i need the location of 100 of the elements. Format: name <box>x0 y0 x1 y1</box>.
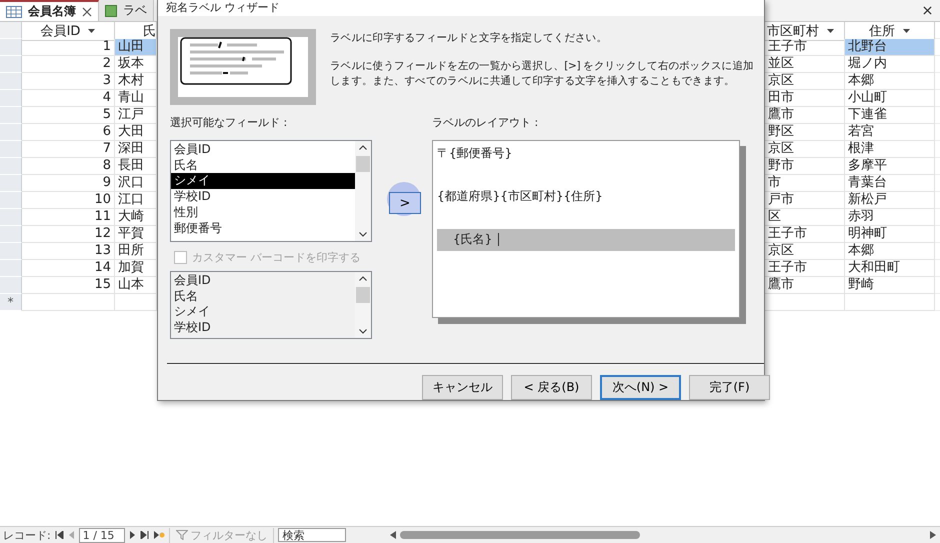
scroll-up-icon[interactable] <box>359 276 367 281</box>
barcode-field-list[interactable]: 会員ID 氏名 シメイ 学校ID <box>170 271 372 339</box>
row-selector[interactable] <box>0 73 22 90</box>
table-cell: 7 <box>22 141 115 158</box>
document-tab[interactable]: 会員名簿 <box>0 0 99 21</box>
new-record-marker: * <box>0 294 22 311</box>
scroll-up-icon[interactable] <box>359 145 367 150</box>
dialog-button[interactable]: 次へ(N) > <box>600 375 681 400</box>
field-list[interactable]: 会員ID 氏名 シメイ 学校ID 性別 郵便番号 <box>170 140 372 242</box>
table-cell: 14 <box>22 260 115 277</box>
table-cell: 3 <box>22 73 115 90</box>
field-item[interactable]: 会員ID <box>171 273 355 289</box>
table-cell: 12 <box>22 226 115 243</box>
row-selector[interactable] <box>0 243 22 260</box>
vertical-scrollbar[interactable] <box>355 141 371 241</box>
filter-icon <box>176 530 188 540</box>
scroll-down-icon[interactable] <box>359 329 367 334</box>
field-item[interactable]: 郵便番号 <box>171 220 355 236</box>
table-cell: 北野台 <box>845 39 935 56</box>
table-cell: 6 <box>22 124 115 141</box>
dropdown-icon[interactable] <box>88 29 96 33</box>
row-selector[interactable] <box>0 56 22 73</box>
add-field-button[interactable]: > <box>389 192 421 214</box>
table-cell: 9 <box>22 175 115 192</box>
last-record-icon[interactable] <box>140 531 150 539</box>
dialog-button[interactable]: < 戻る(B) <box>511 375 592 400</box>
scroll-right-icon[interactable] <box>930 531 936 539</box>
table-cell: 野崎 <box>845 277 935 294</box>
table-cell: 本郷 <box>845 73 935 90</box>
table-cell: 2 <box>22 56 115 73</box>
field-item[interactable]: 学校ID <box>171 189 355 205</box>
dialog-button[interactable]: 完了(F) <box>689 375 770 400</box>
field-item[interactable]: シメイ <box>171 304 355 320</box>
close-icon[interactable] <box>923 6 932 15</box>
row-selector[interactable] <box>0 90 22 107</box>
row-selector[interactable] <box>0 158 22 175</box>
column-header[interactable]: 市区町村 <box>765 22 845 41</box>
scroll-thumb[interactable] <box>400 531 640 539</box>
table-cell: 堀ノ内 <box>845 56 935 73</box>
column-header[interactable]: 会員ID <box>22 22 115 41</box>
filter-label: フィルターなし <box>190 528 268 542</box>
table-cell: 山田 <box>115 39 157 56</box>
row-selector[interactable] <box>0 39 22 56</box>
row-selector[interactable] <box>0 277 22 294</box>
table-cell: 本郷 <box>845 243 935 260</box>
field-item[interactable]: 学校ID <box>171 320 355 336</box>
record-position-field[interactable]: 1 / 15 <box>78 528 126 542</box>
dialog-title: 宛名ラベル ウィザード <box>158 0 764 16</box>
scroll-left-icon[interactable] <box>390 531 396 539</box>
field-item[interactable]: シメイ <box>171 173 355 190</box>
next-record-icon[interactable] <box>129 531 136 539</box>
row-selector[interactable] <box>0 209 22 226</box>
layout-label: ラベルのレイアウト : <box>432 115 540 131</box>
new-record-cell[interactable] <box>845 294 935 311</box>
new-record-cell[interactable] <box>22 294 115 311</box>
search-field[interactable]: 検索 <box>278 528 346 542</box>
close-icon[interactable] <box>82 6 92 16</box>
dropdown-icon[interactable] <box>827 29 834 33</box>
field-item[interactable]: 氏名 <box>171 158 355 174</box>
field-item[interactable]: 会員ID <box>171 142 355 158</box>
instruction-text: ラベルに印字するフィールドと文字を指定してください。 <box>330 31 608 46</box>
scroll-down-icon[interactable] <box>359 232 367 237</box>
tab-label: ラベ <box>123 2 147 19</box>
record-label: レコード: <box>2 528 51 542</box>
tab-label: 会員名簿 <box>28 3 76 20</box>
row-selector[interactable] <box>0 226 22 243</box>
table-cell: 10 <box>22 192 115 209</box>
layout-line: {氏名} <box>453 231 492 248</box>
table-cell: 15 <box>22 277 115 294</box>
table-cell: 小山町 <box>845 90 935 107</box>
row-selector[interactable] <box>0 260 22 277</box>
row-selector[interactable] <box>0 192 22 209</box>
row-selector[interactable] <box>0 175 22 192</box>
scroll-thumb[interactable] <box>356 287 370 303</box>
table-cell: 8 <box>22 158 115 175</box>
scroll-thumb[interactable] <box>356 156 370 172</box>
row-selector[interactable] <box>0 107 22 124</box>
table-cell: 新松戸 <box>845 192 935 209</box>
row-selector[interactable] <box>0 124 22 141</box>
document-tab[interactable]: ラベ <box>99 0 154 21</box>
fields-label: 選択可能なフィールド : <box>170 115 288 131</box>
field-item[interactable]: 氏名 <box>171 288 355 304</box>
table-cell: 5 <box>22 107 115 124</box>
table-cell: 11 <box>22 209 115 226</box>
new-record-icon[interactable] <box>153 531 166 539</box>
dropdown-icon[interactable] <box>903 29 910 33</box>
previous-record-icon[interactable] <box>68 531 75 539</box>
first-record-icon[interactable] <box>54 531 64 539</box>
select-all-corner[interactable] <box>0 22 22 39</box>
table-cell: 大和田町 <box>845 260 935 277</box>
vertical-scrollbar[interactable] <box>355 272 371 338</box>
report-icon <box>105 4 117 16</box>
table-cell: 若宮 <box>845 124 935 141</box>
dialog-button[interactable]: キャンセル <box>422 375 503 400</box>
table-icon <box>6 6 22 18</box>
table-cell: 多摩平 <box>845 158 935 175</box>
table-cell: 下連雀 <box>845 107 935 124</box>
row-selector[interactable] <box>0 141 22 158</box>
field-item[interactable]: 性別 <box>171 204 355 221</box>
table-cell: 青葉台 <box>845 175 935 192</box>
